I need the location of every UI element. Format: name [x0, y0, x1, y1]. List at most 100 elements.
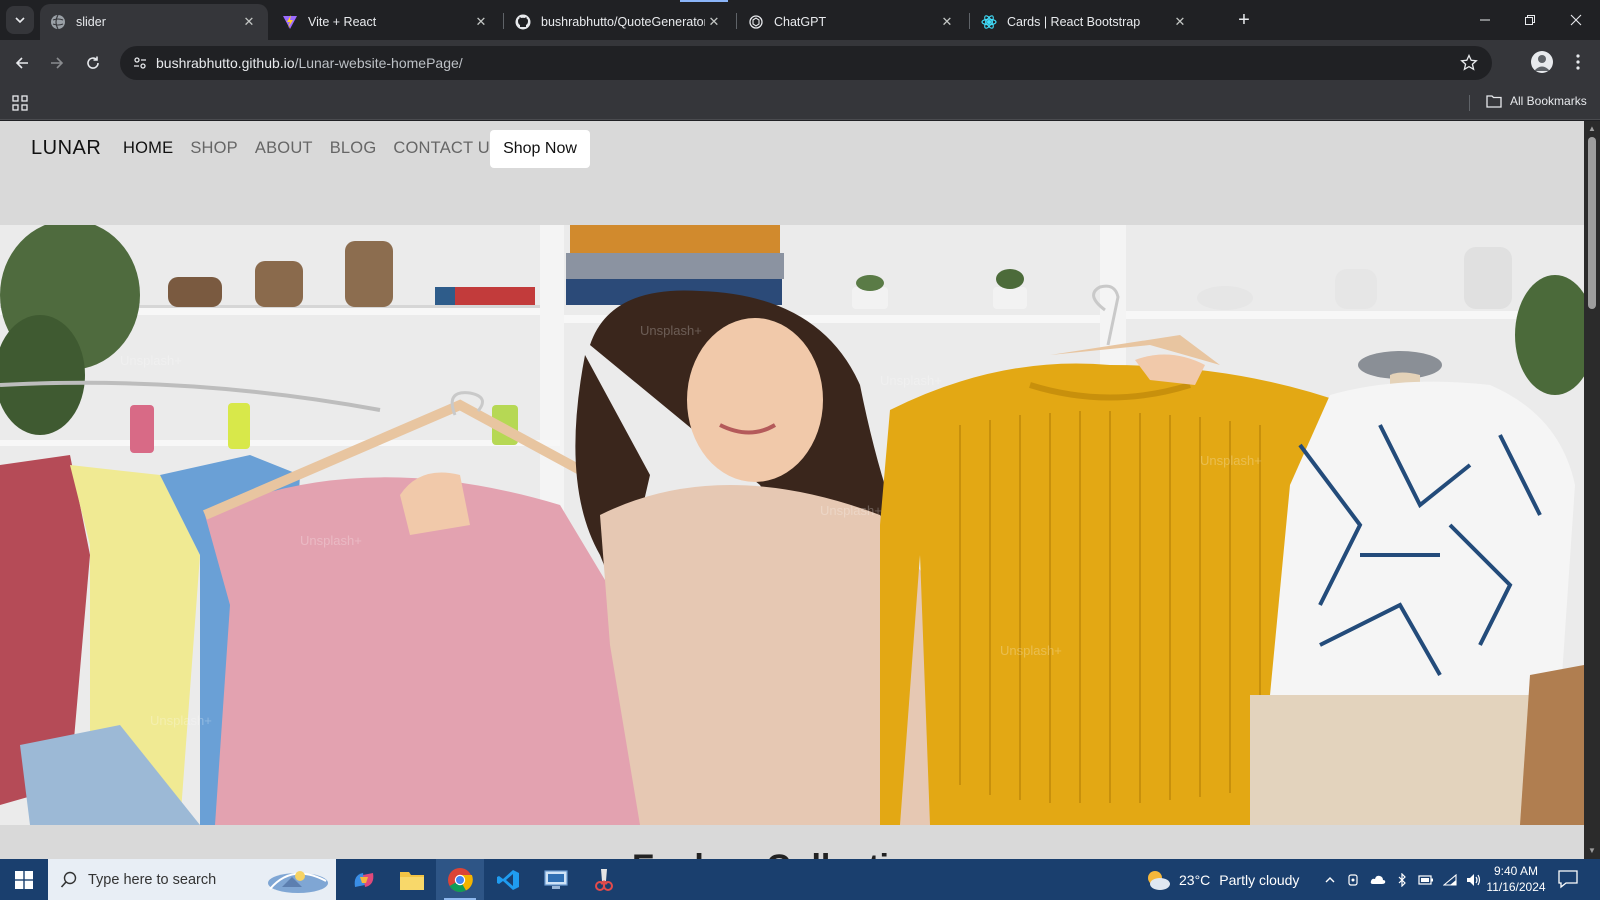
folder-icon — [1486, 95, 1502, 108]
tab-chatgpt[interactable]: ChatGPT ✕ — [738, 4, 966, 40]
brand-logo[interactable]: LUNAR — [31, 137, 101, 160]
tab-quote-generator[interactable]: bushrabhutto/QuoteGenerator ✕ — [505, 4, 733, 40]
copilot-icon — [354, 872, 374, 887]
vite-icon — [282, 14, 298, 30]
arrow-right-icon — [51, 57, 64, 69]
scroll-thumb[interactable] — [1588, 137, 1596, 309]
close-icon[interactable]: ✕ — [705, 13, 723, 31]
system-tray — [1318, 859, 1486, 900]
shop-now-button[interactable]: Shop Now — [490, 130, 590, 168]
restore-button[interactable] — [1518, 8, 1542, 32]
nav-link-contact[interactable]: CONTACT US — [393, 139, 501, 158]
chevron-down-icon — [15, 17, 25, 24]
forward-button[interactable] — [44, 50, 70, 76]
copilot-app[interactable] — [340, 859, 388, 900]
bookmarks-divider — [1469, 95, 1470, 111]
browser-toolbar: bushrabhutto.github.io/Lunar-website-hom… — [0, 40, 1600, 86]
windows-taskbar: Type here to search 23°C Partly cloudy 9… — [0, 859, 1600, 900]
hero-image: Unsplash+ Unsplash+ Unsplash+ Unsplash+ Unsp… — [0, 225, 1584, 825]
all-bookmarks-button[interactable]: All Bookmarks — [1486, 94, 1587, 108]
nav-links: HOME SHOP ABOUT BLOG CONTACT US — [123, 139, 518, 158]
address-bar[interactable]: bushrabhutto.github.io/Lunar-website-hom… — [120, 46, 1492, 80]
apps-grid-icon[interactable] — [11, 94, 29, 112]
back-button[interactable] — [9, 50, 35, 76]
close-icon — [1570, 14, 1582, 26]
tab-title: Vite + React — [308, 15, 377, 29]
scroll-up-arrow[interactable]: ▲ — [1588, 125, 1596, 133]
page-viewport: LUNAR HOME SHOP ABOUT BLOG CONTACT US Sh… — [0, 121, 1584, 859]
partly-cloudy-icon — [1148, 870, 1170, 890]
tab-title: Cards | React Bootstrap — [1007, 15, 1141, 29]
bookmarks-bar: All Bookmarks — [0, 86, 1600, 120]
close-icon[interactable]: ✕ — [1171, 13, 1189, 31]
chrome-app[interactable] — [436, 859, 484, 900]
meet-now-icon[interactable] — [1342, 873, 1366, 887]
onedrive-icon[interactable] — [1366, 874, 1390, 886]
reload-button[interactable] — [80, 50, 106, 76]
weather-widget[interactable]: 23°C Partly cloudy — [1145, 859, 1299, 900]
start-button[interactable] — [0, 859, 48, 900]
all-bookmarks-label: All Bookmarks — [1510, 94, 1587, 108]
nav-link-home[interactable]: HOME — [123, 139, 173, 158]
taskbar-clock[interactable]: 9:40 AM 11/16/2024 — [1483, 863, 1549, 895]
close-icon[interactable]: ✕ — [472, 13, 490, 31]
svg-text:Unsplash+: Unsplash+ — [640, 323, 702, 338]
snipping-tool-app[interactable] — [580, 859, 628, 900]
svg-text:Unsplash+: Unsplash+ — [820, 503, 882, 518]
tab-slider[interactable]: slider ✕ — [40, 4, 268, 40]
page-scrollbar[interactable]: ▲ ▼ — [1584, 121, 1600, 859]
clock-date: 11/16/2024 — [1486, 880, 1546, 894]
svg-text:Unsplash+: Unsplash+ — [880, 373, 942, 388]
bootstrap-icon — [981, 14, 997, 30]
github-icon — [515, 14, 531, 30]
svg-text:Unsplash+: Unsplash+ — [300, 533, 362, 548]
tab-search-button[interactable] — [6, 6, 34, 34]
folder-icon — [400, 871, 424, 890]
nav-link-shop[interactable]: SHOP — [190, 139, 238, 158]
minimize-button[interactable] — [1473, 8, 1497, 32]
tab-title: ChatGPT — [774, 15, 827, 29]
vscode-app[interactable] — [484, 859, 532, 900]
scroll-down-arrow[interactable]: ▼ — [1588, 847, 1596, 855]
file-explorer-app[interactable] — [388, 859, 436, 900]
bluetooth-icon[interactable] — [1390, 872, 1414, 887]
arrow-left-icon — [15, 57, 28, 69]
close-icon[interactable]: ✕ — [938, 13, 956, 31]
nav-link-blog[interactable]: BLOG — [330, 139, 377, 158]
svg-text:Unsplash+: Unsplash+ — [1000, 643, 1062, 658]
chatgpt-icon — [748, 14, 764, 30]
url-path: /Lunar-website-homePage/ — [294, 55, 463, 71]
svg-text:Unsplash+: Unsplash+ — [1200, 453, 1262, 468]
site-info-icon[interactable] — [124, 46, 156, 80]
vscode-icon — [497, 869, 519, 890]
search-icon — [60, 871, 77, 888]
reload-icon — [87, 56, 99, 69]
wifi-icon[interactable] — [1438, 873, 1462, 886]
tab-react-bootstrap[interactable]: Cards | React Bootstrap ✕ — [971, 4, 1199, 40]
tab-vite-react[interactable]: Vite + React ✕ — [272, 4, 500, 40]
site-navbar: LUNAR HOME SHOP ABOUT BLOG CONTACT US Sh… — [0, 121, 1584, 225]
close-icon[interactable]: ✕ — [240, 13, 258, 31]
loading-indicator — [680, 0, 728, 2]
taskbar-search[interactable]: Type here to search — [48, 859, 336, 900]
tab-divider — [503, 13, 504, 29]
hero-photo: Unsplash+ Unsplash+ Unsplash+ Unsplash+ Unsp… — [0, 225, 1584, 825]
tab-divider — [736, 13, 737, 29]
notification-icon[interactable] — [1557, 869, 1579, 889]
chevron-up-icon[interactable] — [1318, 874, 1342, 886]
tab-divider — [969, 13, 970, 29]
profile-avatar[interactable] — [1531, 51, 1553, 73]
more-vertical-icon — [1576, 54, 1580, 70]
new-tab-button[interactable]: + — [1233, 9, 1255, 31]
close-window-button[interactable] — [1564, 8, 1588, 32]
windows-logo-icon — [15, 870, 33, 889]
tab-title: slider — [76, 15, 106, 29]
browser-menu-button[interactable] — [1571, 50, 1585, 74]
svg-text:Unsplash+: Unsplash+ — [120, 353, 182, 368]
monitor-icon — [544, 869, 568, 889]
battery-icon[interactable] — [1414, 874, 1438, 885]
minimize-icon — [1480, 19, 1490, 21]
nav-link-about[interactable]: ABOUT — [255, 139, 313, 158]
remote-desktop-app[interactable] — [532, 859, 580, 900]
bookmark-star-icon[interactable] — [1460, 54, 1478, 72]
